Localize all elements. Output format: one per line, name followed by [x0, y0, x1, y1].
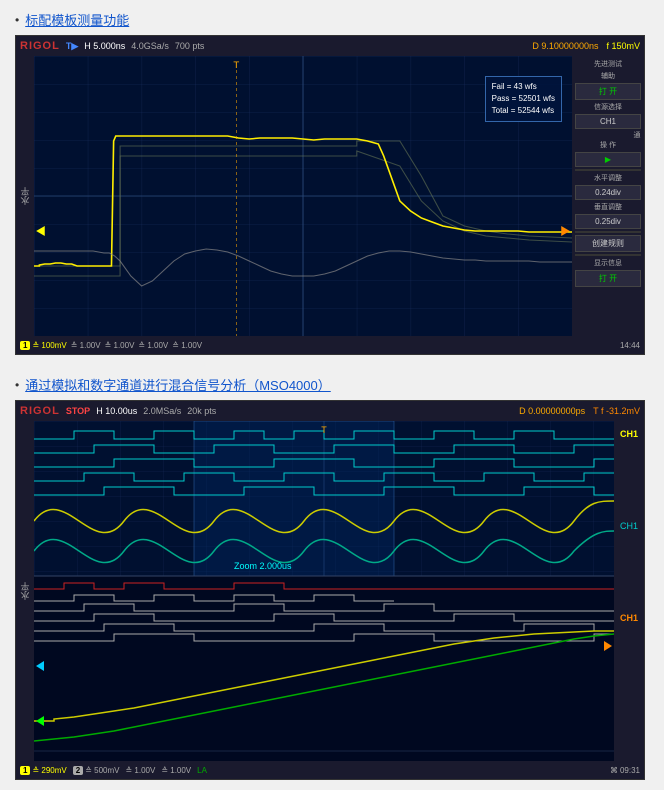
scope1-screen: T Fail = 43 wfs Pass = 52501 wfs Total =…	[34, 56, 572, 336]
rp-h-adj-label: 水平调整	[575, 173, 641, 183]
section1-header: • 标配模板测量功能	[15, 10, 649, 29]
rp-source-label: 信源选择	[575, 102, 641, 112]
scope1-time-div: H 5.000ns	[84, 41, 125, 51]
scope2-bottombar: 1 ≙ 290mV 2 ≙ 500mV ≙ 1.00V ≙ 1.00V LA ⌘…	[16, 761, 644, 779]
rigol-logo-2: RIGOL	[20, 405, 60, 417]
scope1-status: T▶	[66, 41, 78, 52]
rp-v-adj-val[interactable]: 0.25div	[575, 214, 641, 229]
rp-open-btn1[interactable]: 打 开	[575, 83, 641, 100]
rp-tong-label: 通	[575, 131, 641, 138]
rp-v-adj-label: 垂直调整	[575, 202, 641, 212]
scope1-topbar: RIGOL T▶ H 5.000ns 4.0GSa/s 700 pts D 9.…	[16, 36, 644, 56]
rigol-logo-1: RIGOL	[20, 40, 60, 52]
info-line1: Fail = 43 wfs	[492, 81, 555, 93]
scope1-ch4-mv: ≙ 1.00V	[138, 341, 168, 350]
scope2-ch1-cyan: CH1	[620, 521, 638, 531]
scope2-ch1-label: CH1	[620, 429, 638, 439]
rp-display-info-label: 显示信息	[575, 258, 641, 268]
scope1-ch3-mv: ≙ 1.00V	[105, 341, 135, 350]
scope1-trigger-time: D 9.10000000ns	[532, 41, 598, 51]
section1-link[interactable]: 标配模板测量功能	[25, 10, 129, 29]
scope2-screen: T	[34, 421, 614, 761]
scope1-bottombar: 1 ≙ 100mV ≙ 1.00V ≙ 1.00V ≙ 1.00V ≙ 1.00…	[16, 336, 644, 354]
scope1-ch1-num: 1	[20, 341, 30, 350]
scope1-time-display: 14:44	[620, 341, 640, 350]
bullet-1: •	[15, 13, 19, 27]
svg-text:Zoom 2.000us: Zoom 2.000us	[234, 561, 292, 571]
scope1-right-panel: 先进测试 辅助 打 开 信源选择 CH1 通 操 作 ▶ 水平调整 0.24di…	[572, 56, 644, 336]
rp-open-btn2[interactable]: 打 开	[575, 270, 641, 287]
scope1-y-label: 水平	[16, 56, 34, 336]
scope2-topbar: RIGOL STOP H 10.00us 2.0MSa/s 20k pts D …	[16, 401, 644, 421]
scope2-grid-svg: T	[34, 421, 614, 761]
scope2-voltage: T f -31.2mV	[593, 406, 640, 416]
rp-aux-label: 辅助	[575, 71, 641, 81]
scope2-trigger-time: D 0.00000000ps	[519, 406, 585, 416]
rp-operate-label: 操 作	[575, 140, 641, 150]
scope1-container: RIGOL T▶ H 5.000ns 4.0GSa/s 700 pts D 9.…	[15, 35, 645, 355]
scope1-info-box: Fail = 43 wfs Pass = 52501 wfs Total = 5…	[485, 76, 562, 122]
rp-advanced-label: 先进测试	[575, 59, 641, 69]
scope1-ch5-mv: ≙ 1.00V	[172, 341, 202, 350]
rp-create-rule-btn[interactable]: 创建规则	[575, 235, 641, 252]
scope1-topbar-right: D 9.10000000ns f 150mV	[532, 41, 640, 51]
svg-text:T: T	[233, 60, 239, 70]
scope1-ch2-mv: ≙ 1.00V	[71, 341, 101, 350]
bullet-2: •	[15, 378, 19, 392]
scope2-container: RIGOL STOP H 10.00us 2.0MSa/s 20k pts D …	[15, 400, 645, 780]
scope2-time-div: H 10.00us	[96, 406, 137, 416]
section2-link[interactable]: 通过模拟和数字通道进行混合信号分析（MSO4000）	[25, 375, 331, 394]
rp-arrow-btn[interactable]: ▶	[575, 152, 641, 167]
section2-header: • 通过模拟和数字通道进行混合信号分析（MSO4000）	[15, 375, 649, 394]
scope1-ch1-mv: ≙ 100mV	[32, 341, 66, 350]
scope1-sample-pts: 700 pts	[175, 41, 205, 51]
scope2-topbar-right: D 0.00000000ps T f -31.2mV	[519, 406, 640, 416]
scope1-main: 水平	[16, 56, 644, 336]
rp-ch1-btn[interactable]: CH1	[575, 114, 641, 129]
scope2-y-label: 水平	[16, 421, 34, 761]
scope2-right-panel: CH1 CH1 CH1	[614, 421, 644, 761]
scope1-sample-rate: 4.0GSa/s	[131, 41, 169, 51]
section2: • 通过模拟和数字通道进行混合信号分析（MSO4000） RIGOL STOP …	[15, 375, 649, 780]
scope2-ch1-orange: CH1	[620, 613, 638, 623]
info-line3: Total = 52544 wfs	[492, 105, 555, 117]
scope2-main: 水平	[16, 421, 644, 761]
info-line2: Pass = 52501 wfs	[492, 93, 555, 105]
scope2-sample-pts: 20k pts	[187, 406, 216, 416]
scope1-ch1-indicator: 1 ≙ 100mV	[20, 341, 67, 350]
rp-h-adj-val[interactable]: 0.24div	[575, 185, 641, 200]
svg-text:T: T	[321, 425, 327, 435]
scope2-status: STOP	[66, 406, 90, 416]
scope1-voltage: f 150mV	[606, 41, 640, 51]
scope2-sample-rate: 2.0MSa/s	[143, 406, 181, 416]
